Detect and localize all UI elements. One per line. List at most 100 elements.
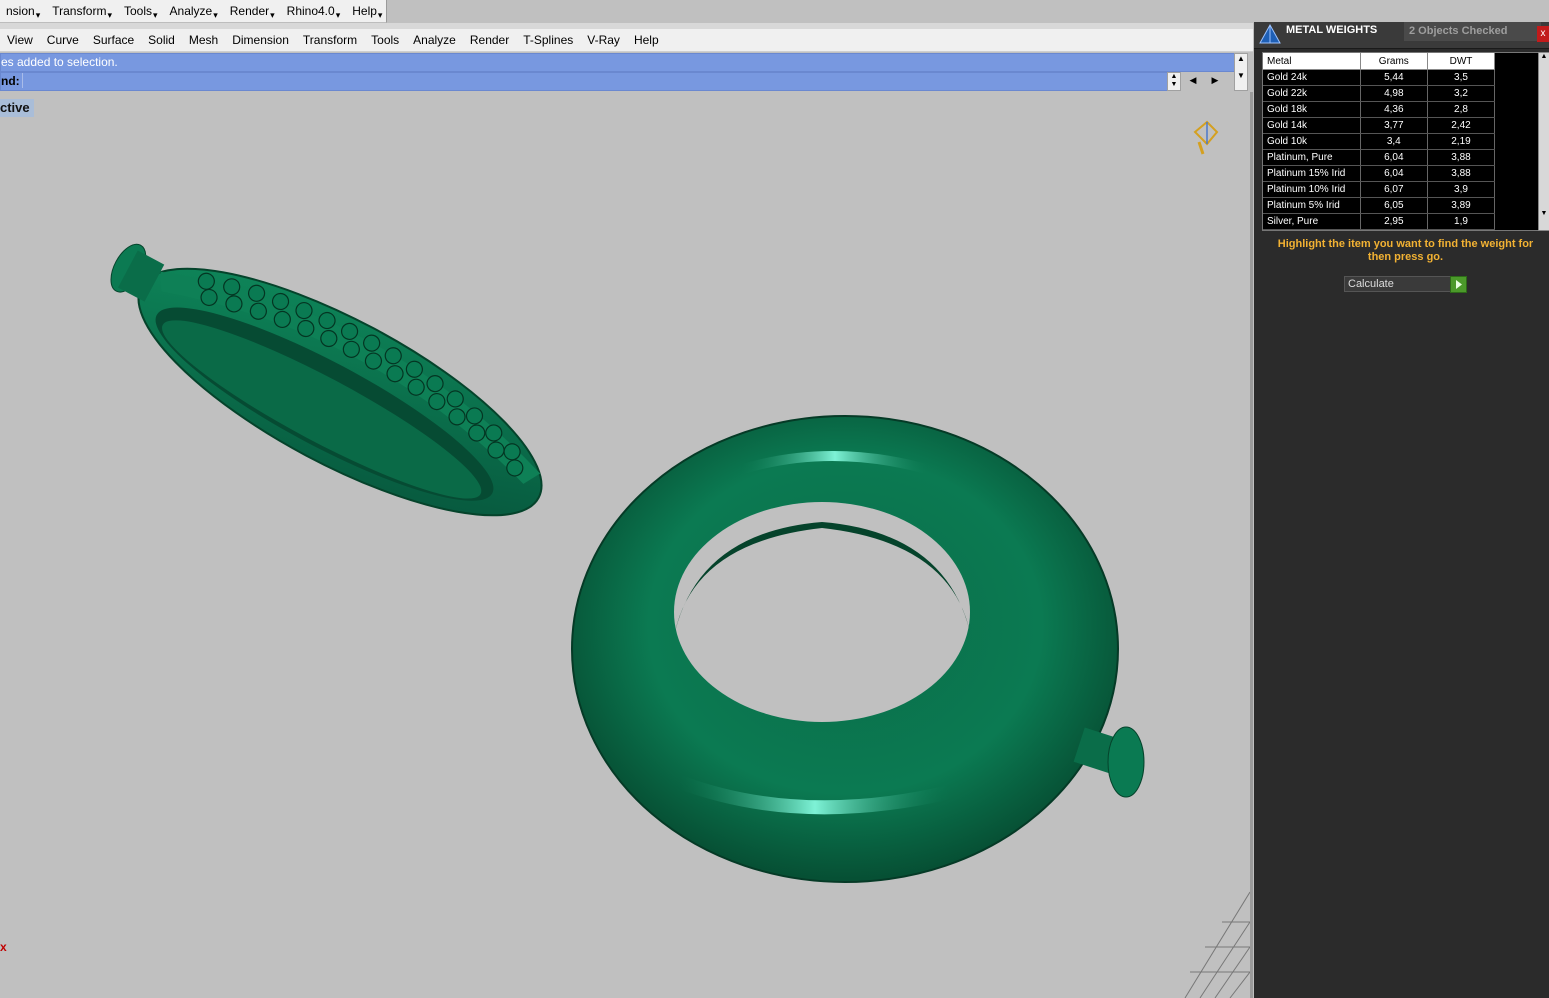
grams-cell: 6,07 [1360,181,1428,198]
spin-up-icon[interactable]: ▲ [1168,73,1180,81]
dwt-cell: 3,88 [1427,165,1496,182]
perspective-viewport[interactable] [0,92,1250,998]
table-row[interactable]: Gold 24k 5,44 3,5 [1263,69,1496,86]
grams-cell: 5,44 [1360,69,1428,86]
table-row[interactable]: Silver, Pure 2,95 1,9 [1263,213,1496,230]
grams-cell: 3,77 [1360,117,1428,134]
column-header-dwt[interactable]: DWT [1427,53,1496,70]
viewport-canvas[interactable] [0,92,1250,998]
command-prompt-label: nd: [1,74,20,88]
table-row[interactable]: Platinum 15% Irid 6,04 3,88 [1263,165,1496,182]
grams-cell: 2,95 [1360,213,1428,230]
dwt-cell: 2,42 [1427,117,1496,134]
nav-left-icon[interactable]: ◀ [1182,72,1204,89]
menu-dimension[interactable]: nsion▾ [0,4,46,20]
menu-label: Analyze [169,4,213,18]
gem-logo-icon [1259,23,1281,44]
dropdown-arrow-icon: ▾ [335,10,341,20]
menu-label: Tools [123,4,152,18]
panel-splitter[interactable] [1250,92,1253,998]
axis-x-label: x [0,940,7,954]
calculate-field[interactable]: Calculate [1344,276,1452,292]
scroll-down-icon[interactable]: ▼ [1235,71,1247,80]
top-menu-bar: nsion▾ Transform▾ Tools▾ Analyze▾ Render… [0,0,387,23]
table-row[interactable]: Gold 10k 3,4 2,19 [1263,133,1496,150]
table-scrollbar[interactable]: ▲ ▼ [1538,52,1549,231]
dwt-cell: 3,2 [1427,85,1496,102]
nav-right-icon[interactable]: ▶ [1204,72,1226,89]
instruction-line-2: then press go. [1367,251,1444,263]
menu-tsplines[interactable]: T-Splines [516,33,580,47]
grams-cell: 4,36 [1360,101,1428,118]
command-input[interactable] [21,73,1153,88]
dwt-cell: 1,9 [1427,213,1496,230]
menu-vray[interactable]: V-Ray [580,33,627,47]
menu-help-top[interactable]: Help▾ [346,4,388,20]
play-arrow-icon [1456,280,1462,289]
table-row[interactable]: Platinum 5% Irid 6,05 3,89 [1263,197,1496,214]
view-cube-icon[interactable] [1193,120,1219,155]
dwt-cell: 2,8 [1427,101,1496,118]
grams-cell: 3,4 [1360,133,1428,150]
menu-analyze-main[interactable]: Analyze [406,33,463,47]
objects-checked-status: 2 Objects Checked [1404,22,1541,41]
column-header-grams[interactable]: Grams [1360,53,1428,70]
menu-surface[interactable]: Surface [86,33,141,47]
dropdown-arrow-icon: ▾ [107,10,112,20]
dwt-cell: 1,88 [1427,229,1496,230]
menu-label: nsion [6,4,35,18]
viewport-tab[interactable]: ctive [0,99,34,117]
command-history-scrollbar[interactable]: ▲ ▼ [1234,53,1248,91]
menu-view[interactable]: View [0,33,40,47]
table-row[interactable]: Gold 14k 3,77 2,42 [1263,117,1496,134]
table-row[interactable]: Gold 18k 4,36 2,8 [1263,101,1496,118]
spin-down-icon[interactable]: ▼ [1168,81,1180,89]
metal-cell: Platinum 5% Irid [1263,197,1361,214]
menu-curve[interactable]: Curve [40,33,86,47]
instruction-text: Highlight the item you want to find the … [1262,238,1549,264]
table-row[interactable]: Platinum, Pure 6,04 3,88 [1263,149,1496,166]
table-row[interactable]: Silver, Sterling (9...2,931,88 [1263,229,1496,230]
go-button[interactable] [1450,276,1467,293]
grams-cell: 6,04 [1360,165,1428,182]
metal-cell: Silver, Sterling (9... [1263,229,1361,230]
menu-tools-main[interactable]: Tools [364,33,406,47]
grams-cell: 4,98 [1360,85,1428,102]
scroll-up-icon[interactable]: ▲ [1235,54,1247,63]
weights-table-container[interactable]: Metal Grams DWT Gold 24k 5,44 3,5 Gold 22k 4… [1262,52,1540,231]
metal-cell: Gold 18k [1263,101,1361,118]
column-header-metal[interactable]: Metal [1263,53,1361,70]
instruction-line-1: Highlight the item you want to find the … [1277,238,1534,250]
table-row[interactable]: Platinum 10% Irid 6,07 3,9 [1263,181,1496,198]
menu-analyze[interactable]: Analyze▾ [164,4,224,20]
panel-title: METAL WEIGHTS [1286,24,1378,36]
torus-model[interactable] [571,415,1145,883]
command-nav: ◀ ▶ [1182,72,1232,89]
menu-tools[interactable]: Tools▾ [118,4,164,20]
metal-cell: Silver, Pure [1263,213,1361,230]
menu-render-main[interactable]: Render [463,33,516,47]
metal-cell: Platinum 15% Irid [1263,165,1361,182]
grams-cell: 6,04 [1360,149,1428,166]
weights-table: Metal Grams DWT Gold 24k 5,44 3,5 Gold 22k 4… [1263,53,1496,230]
ring-model[interactable] [78,207,573,561]
menu-mesh[interactable]: Mesh [182,33,225,47]
close-icon[interactable]: x [1537,26,1549,42]
table-row[interactable]: Gold 22k 4,98 3,2 [1263,85,1496,102]
menu-help[interactable]: Help [627,33,666,47]
menu-rhino4[interactable]: Rhino4.0▾ [281,4,347,20]
menu-dimension-main[interactable]: Dimension [225,33,296,47]
menu-transform[interactable]: Transform▾ [46,4,118,20]
command-spinner[interactable]: ▲ ▼ [1167,72,1181,91]
scroll-down-icon[interactable]: ▼ [1539,210,1549,217]
torus-sprue [1107,726,1145,798]
dwt-cell: 3,88 [1427,149,1496,166]
grid-lines [1184,891,1250,998]
menu-solid[interactable]: Solid [141,33,182,47]
grams-cell: 6,05 [1360,197,1428,214]
menu-transform-main[interactable]: Transform [296,33,364,47]
scroll-up-icon[interactable]: ▲ [1539,53,1549,60]
dwt-cell: 3,89 [1427,197,1496,214]
menu-render[interactable]: Render▾ [224,4,281,20]
dropdown-arrow-icon: ▾ [35,10,41,20]
